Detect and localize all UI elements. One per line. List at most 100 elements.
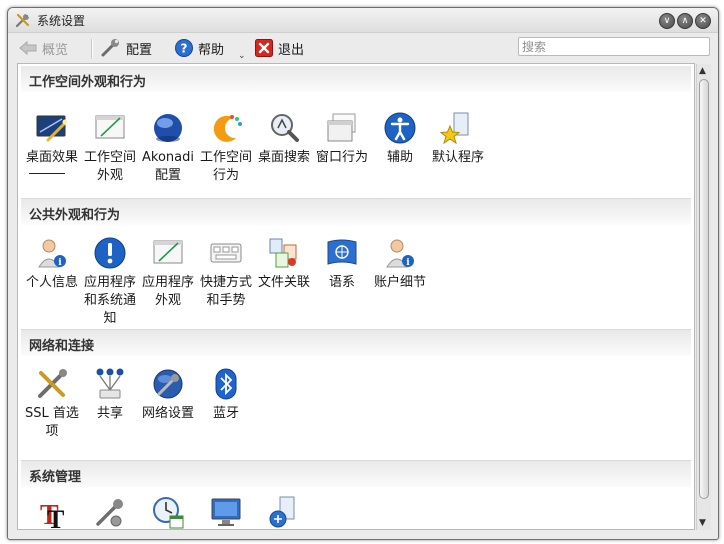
item-software[interactable] bbox=[255, 494, 313, 529]
close-button[interactable]: ✕ bbox=[695, 13, 711, 29]
help-icon: ? bbox=[175, 39, 193, 57]
back-arrow-icon bbox=[19, 40, 37, 56]
item-application-appearance[interactable]: 应用程序外观 bbox=[139, 235, 197, 310]
item-label: 应用程序外观 bbox=[141, 275, 194, 308]
item-shortcuts[interactable]: 快捷方式和手势 bbox=[197, 235, 255, 310]
accessibility-icon bbox=[384, 112, 416, 144]
notifications-icon bbox=[94, 237, 126, 269]
section-title: 公共外观和行为 bbox=[21, 199, 691, 225]
item-label: 辅助 bbox=[386, 150, 413, 165]
item-label: 桌面效果 bbox=[25, 150, 78, 165]
system-tools-icon bbox=[96, 499, 123, 527]
quit-label: 退出 bbox=[278, 42, 305, 58]
item-accessibility[interactable]: 辅助 bbox=[371, 110, 429, 167]
date-time-icon bbox=[153, 497, 184, 529]
item-label: 个人信息 bbox=[25, 275, 78, 290]
section-workspace: 工作空间外观和行为 桌面效果 工作空间外观 Akonadi 配置 工作空间行为 … bbox=[21, 66, 691, 194]
section-network: 网络和连接 SSL 首选项 共享 网络设置 蓝牙 bbox=[21, 329, 691, 458]
item-sharing[interactable]: 共享 bbox=[81, 366, 139, 423]
software-icon bbox=[269, 496, 295, 528]
window-behavior-icon bbox=[327, 113, 356, 142]
item-notifications[interactable]: 应用程序和系统通知 bbox=[81, 235, 139, 328]
display-icon bbox=[211, 498, 241, 526]
scroll-down-arrow-icon[interactable]: ▼ bbox=[699, 518, 706, 528]
locale-icon bbox=[327, 239, 357, 265]
item-default-applications[interactable]: 默认程序 bbox=[429, 110, 487, 167]
toolbar-separator bbox=[91, 39, 93, 59]
item-workspace-behavior[interactable]: 工作空间行为 bbox=[197, 110, 255, 185]
desktop-search-icon bbox=[271, 114, 299, 142]
window-title: 系统设置 bbox=[37, 14, 86, 28]
shortcuts-icon bbox=[210, 243, 242, 263]
desktop-effects-icon bbox=[36, 115, 68, 142]
section-title: 网络和连接 bbox=[21, 330, 691, 356]
item-bluetooth[interactable]: 蓝牙 bbox=[197, 366, 255, 423]
section-title: 工作空间外观和行为 bbox=[21, 66, 691, 92]
item-window-behavior[interactable]: 窗口行为 bbox=[313, 110, 371, 167]
search-input[interactable] bbox=[518, 37, 710, 56]
item-label: 账户细节 bbox=[373, 275, 426, 290]
configure-label: 配置 bbox=[126, 42, 153, 58]
help-dropdown-arrow-icon[interactable]: ⌄ bbox=[238, 51, 246, 61]
settings-overview: 工作空间外观和行为 桌面效果 工作空间外观 Akonadi 配置 工作空间行为 … bbox=[17, 63, 695, 530]
configure-icon bbox=[101, 39, 119, 57]
item-desktop-effects[interactable]: 桌面效果 bbox=[23, 110, 81, 167]
item-personal-info[interactable]: i 个人信息 bbox=[23, 235, 81, 292]
item-label: 语系 bbox=[328, 275, 355, 290]
item-label: 网络设置 bbox=[141, 406, 194, 421]
network-settings-icon bbox=[153, 369, 183, 399]
item-label: 默认程序 bbox=[431, 150, 484, 165]
toolbar: 概览 配置 ? 帮助 ⌄ 退出 bbox=[8, 33, 718, 63]
item-akonadi[interactable]: Akonadi 配置 bbox=[139, 110, 197, 185]
item-locale[interactable]: 语系 bbox=[313, 235, 371, 292]
svg-text:i: i bbox=[406, 258, 410, 268]
configure-button[interactable]: 配置 bbox=[100, 37, 152, 59]
item-label: 应用程序和系统通知 bbox=[83, 275, 136, 326]
quit-button[interactable]: 退出 bbox=[254, 37, 304, 59]
scroll-thumb[interactable] bbox=[699, 79, 709, 499]
item-workspace-appearance[interactable]: 工作空间外观 bbox=[81, 110, 139, 185]
item-label: 快捷方式和手势 bbox=[199, 275, 252, 308]
item-ssl[interactable]: SSL 首选项 bbox=[23, 366, 81, 441]
ssl-icon bbox=[38, 369, 67, 398]
application-appearance-icon bbox=[153, 240, 183, 264]
vertical-scrollbar[interactable]: ▲ ▼ bbox=[696, 64, 711, 530]
item-label: 工作空间行为 bbox=[199, 150, 252, 183]
item-display[interactable] bbox=[197, 494, 255, 529]
item-desktop-search[interactable]: 桌面搜索 bbox=[255, 110, 313, 167]
focus-underline bbox=[29, 173, 65, 174]
item-label: 窗口行为 bbox=[315, 150, 368, 165]
title-bar[interactable]: 系统设置 ∨ ∧ ✕ bbox=[8, 8, 718, 33]
bluetooth-icon bbox=[215, 368, 237, 400]
svg-text:i: i bbox=[58, 258, 62, 268]
workspace-appearance-icon bbox=[95, 115, 125, 139]
overview-label: 概览 bbox=[42, 42, 69, 58]
item-network-settings[interactable]: 网络设置 bbox=[139, 366, 197, 423]
akonadi-icon bbox=[154, 114, 182, 142]
help-button[interactable]: ? 帮助 bbox=[174, 37, 224, 59]
section-common-appearance: 公共外观和行为 i 个人信息 应用程序和系统通知 应用程序外观 快捷方式和手势 … bbox=[21, 198, 691, 327]
sharing-icon bbox=[96, 368, 124, 399]
scroll-up-arrow-icon[interactable]: ▲ bbox=[699, 66, 706, 76]
system-settings-icon bbox=[15, 13, 30, 28]
item-label: Akonadi 配置 bbox=[142, 150, 194, 183]
item-file-associations[interactable]: 文件关联 bbox=[255, 235, 313, 292]
settings-window: 系统设置 ∨ ∧ ✕ 概览 配置 ? 帮助 ⌄ 退出 搜索 工作空间外观和行为 … bbox=[7, 7, 719, 540]
section-title: 系统管理 bbox=[21, 461, 691, 487]
item-account-details[interactable]: i 账户细节 bbox=[371, 235, 429, 292]
file-associations-icon bbox=[269, 238, 297, 268]
overview-button[interactable]: 概览 bbox=[18, 37, 68, 59]
workspace-behavior-icon bbox=[213, 115, 242, 142]
maximize-button[interactable]: ∧ bbox=[677, 13, 693, 29]
item-label: SSL 首选项 bbox=[25, 406, 79, 439]
item-system-tools[interactable] bbox=[81, 494, 139, 529]
item-font-installer[interactable]: T T bbox=[23, 494, 81, 529]
font-installer-icon: T T bbox=[40, 500, 64, 529]
section-system-administration: 系统管理 T T bbox=[21, 460, 691, 529]
item-date-time[interactable] bbox=[139, 494, 197, 529]
svg-text:?: ? bbox=[181, 42, 188, 56]
minimize-button[interactable]: ∨ bbox=[659, 13, 675, 29]
quit-icon bbox=[255, 39, 273, 57]
item-label: 桌面搜索 bbox=[257, 150, 310, 165]
personal-info-icon: i bbox=[38, 239, 66, 268]
